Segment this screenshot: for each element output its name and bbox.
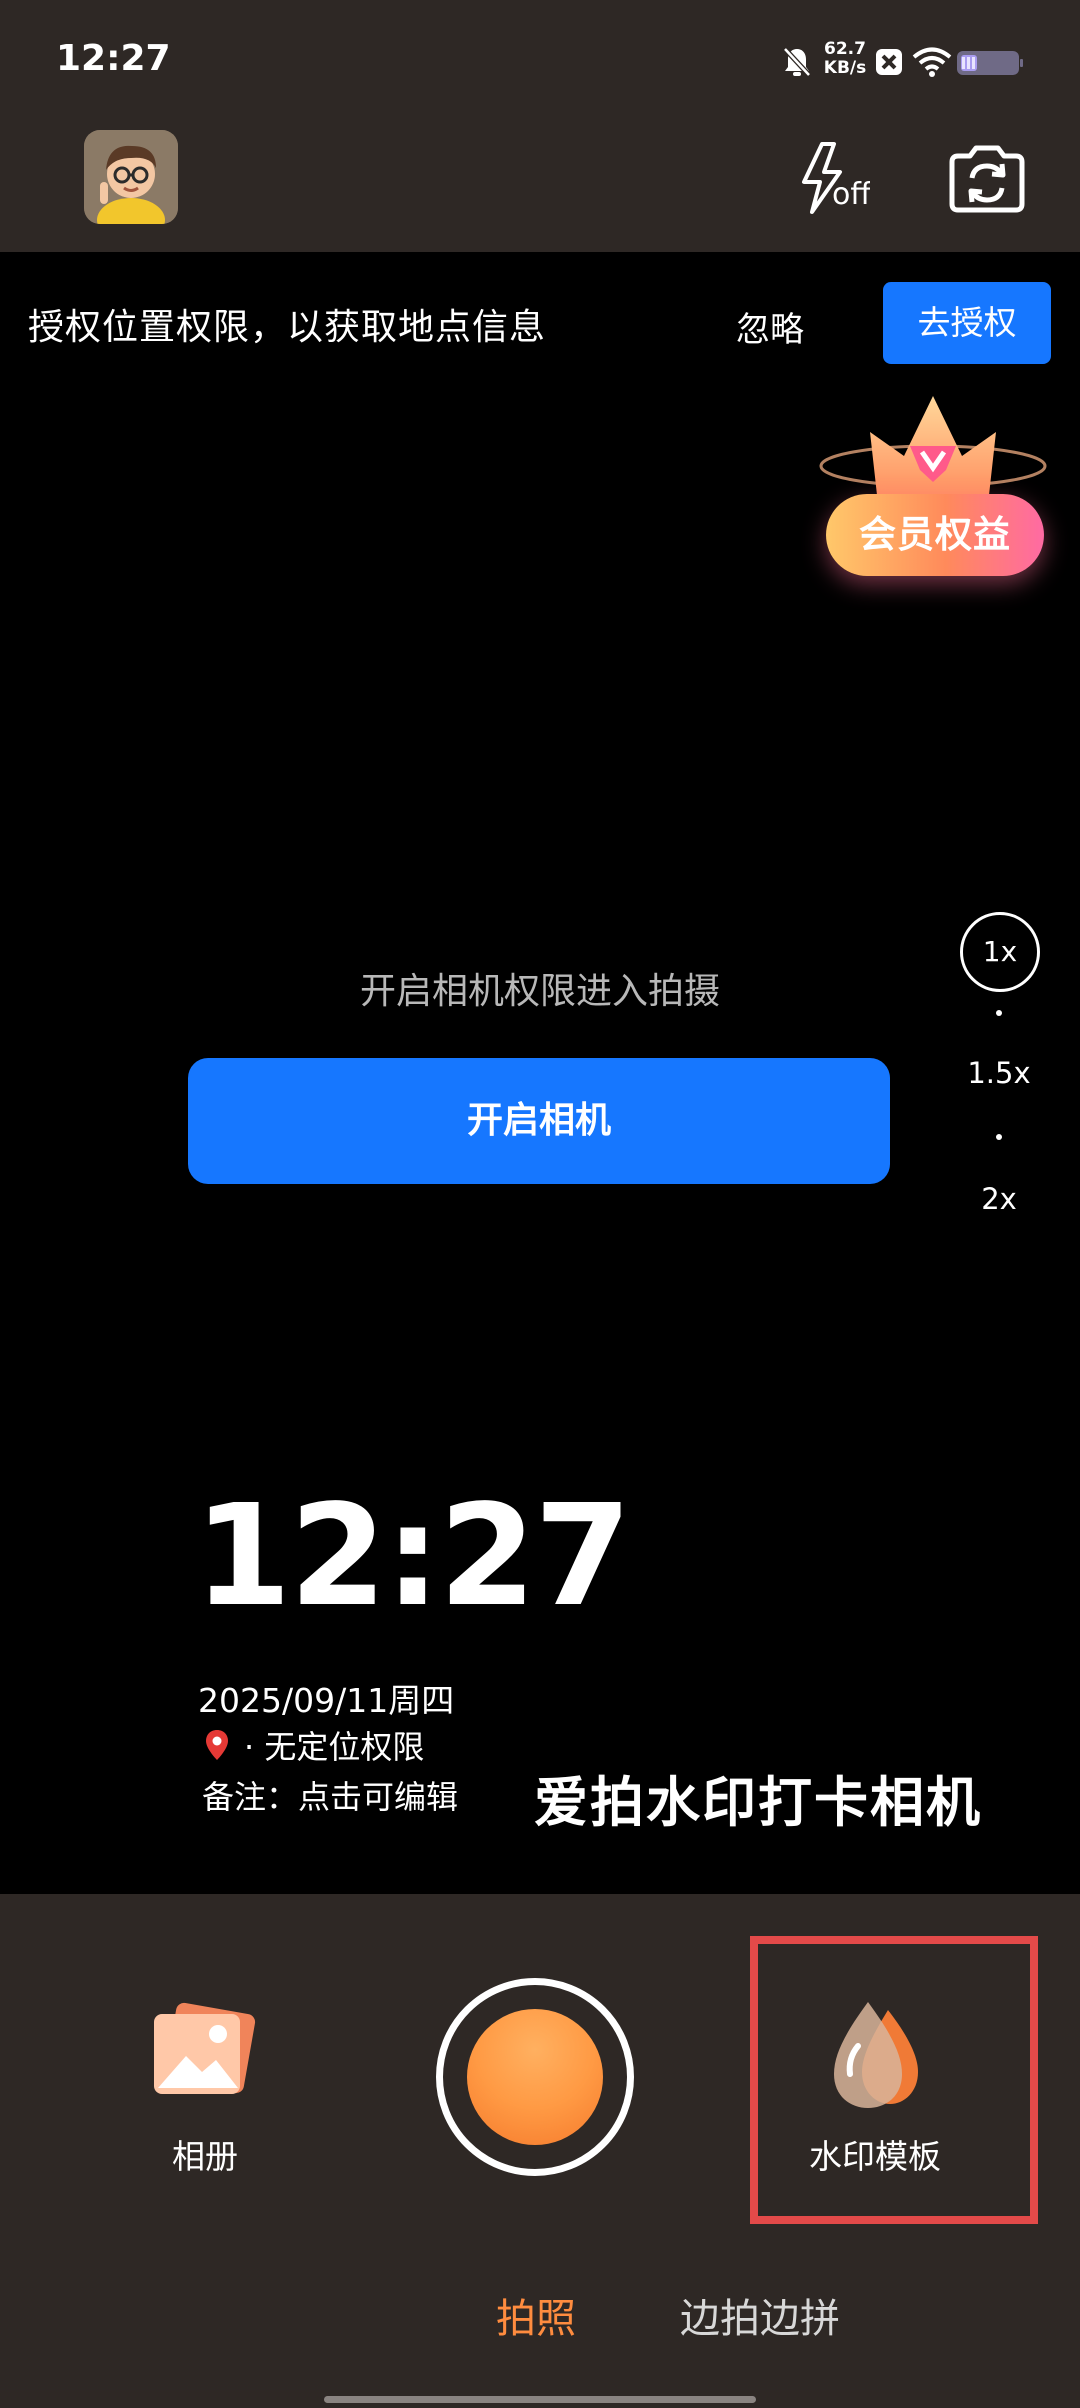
zoom-1-5x-button[interactable]: 1.5x	[954, 1056, 1044, 1090]
tab-photo[interactable]: 拍照	[496, 2286, 576, 2344]
battery-icon	[957, 51, 1023, 75]
watermark-location-text: · 无定位权限	[244, 1728, 425, 1766]
location-pin-icon	[206, 1730, 228, 1760]
authorize-button[interactable]: 去授权	[883, 282, 1051, 364]
open-camera-button[interactable]: 开启相机	[188, 1058, 890, 1184]
network-speed: 62.7 KB/s	[822, 40, 868, 78]
watermark-drop-icon	[834, 2002, 918, 2108]
watermark-date[interactable]: 2025/09/11周四	[198, 1674, 454, 1722]
watermark-brand: 爱拍水印打卡相机	[534, 1771, 982, 1834]
notification-x-icon	[876, 49, 902, 75]
watermark-location[interactable]: · 无定位权限	[204, 1722, 424, 1768]
zoom-separator-dot	[996, 1134, 1002, 1140]
network-speed-unit: KB/s	[823, 58, 867, 78]
bell-off-icon	[783, 47, 811, 77]
album-icon	[154, 2002, 256, 2094]
ignore-button[interactable]: 忽略	[736, 302, 804, 351]
avatar[interactable]	[84, 130, 178, 224]
network-speed-value: 62.7	[824, 39, 866, 59]
status-time: 12:27	[56, 38, 171, 79]
vip-benefits-button[interactable]: 会员权益	[826, 494, 1044, 576]
watermark-time[interactable]: 12:27	[194, 1482, 632, 1632]
watermark-note[interactable]: 备注：点击可编辑	[202, 1772, 458, 1818]
wifi-icon	[912, 47, 952, 77]
svg-text:off: off	[832, 177, 870, 212]
watermark-template-button[interactable]: 水印模板	[790, 1996, 960, 2176]
tab-shoot-and-stitch[interactable]: 边拍边拼	[680, 2286, 840, 2344]
camera-permission-hint: 开启相机权限进入拍摄	[359, 971, 720, 1012]
shutter-button-core[interactable]	[467, 2009, 603, 2145]
location-permission-message: 授权位置权限，以获取地点信息	[28, 307, 547, 348]
zoom-2x-button[interactable]: 2x	[954, 1182, 1044, 1216]
album-label: 相册	[172, 2137, 238, 2176]
flash-off-icon[interactable]: off	[790, 138, 870, 218]
album-button[interactable]: 相册	[140, 1998, 270, 2178]
camera-switch-icon[interactable]	[946, 142, 1028, 214]
watermark-template-label: 水印模板	[809, 2137, 941, 2176]
avatar-image	[84, 130, 178, 224]
home-indicator[interactable]	[324, 2396, 756, 2403]
